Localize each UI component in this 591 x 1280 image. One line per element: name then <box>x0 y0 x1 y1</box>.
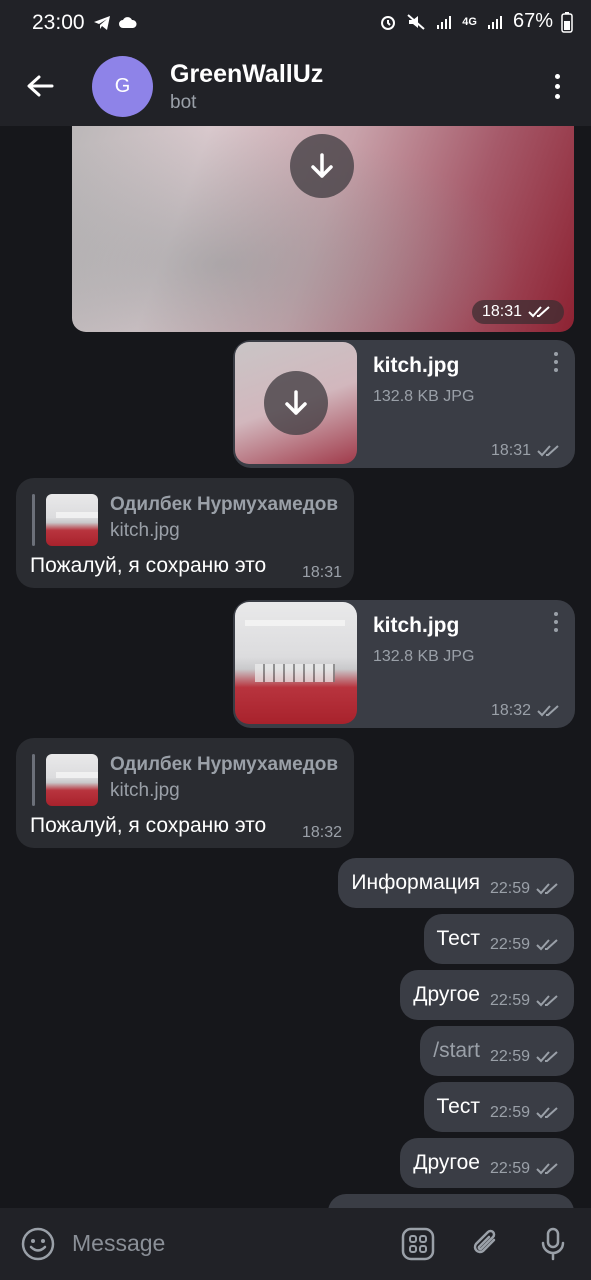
chat-subtitle: bot <box>170 92 197 113</box>
arrow-down-icon <box>285 390 307 415</box>
outgoing-message[interactable]: Другое 22:59 <box>400 970 574 1020</box>
double-check-icon <box>536 883 558 895</box>
mute-icon <box>407 13 425 30</box>
double-check-icon <box>536 1163 558 1175</box>
message-time: 18:31 <box>490 442 531 459</box>
dot-icon <box>554 83 560 89</box>
outgoing-message[interactable]: /start 22:59 <box>420 1026 574 1076</box>
photo-message[interactable]: 18:31 <box>72 126 574 332</box>
battery-level: 67% <box>512 10 553 32</box>
chat-title[interactable]: GreenWallUz <box>170 60 323 89</box>
alarm-icon <box>381 15 396 30</box>
outgoing-message-partial[interactable] <box>328 1194 574 1208</box>
message-text: Тест <box>436 1095 480 1118</box>
dot-icon <box>554 368 558 372</box>
double-check-icon <box>537 445 559 457</box>
network-type: 4G <box>462 15 477 28</box>
arrow-left-icon <box>27 75 54 97</box>
file-name: kitch.jpg <box>373 614 460 637</box>
double-check-icon <box>528 306 550 318</box>
reply-message[interactable]: Одилбек Нурмухамедов kitch.jpg Пожалуй, … <box>16 738 354 848</box>
signal-icon <box>437 15 452 29</box>
reply-message[interactable]: Одилбек Нурмухамедов kitch.jpg Пожалуй, … <box>16 478 354 588</box>
bot-menu-icon[interactable] <box>400 1226 436 1262</box>
chat-header: G GreenWallUz bot <box>0 46 591 126</box>
reply-bar <box>32 494 35 546</box>
message-text[interactable]: /start <box>433 1039 480 1063</box>
back-button[interactable] <box>18 64 62 108</box>
dot-icon <box>554 93 560 99</box>
file-size: 132.8 KB JPG <box>373 648 475 665</box>
dot-icon <box>554 628 558 632</box>
battery-icon <box>561 11 573 33</box>
message-time: 22:59 <box>489 880 530 897</box>
message-text: Другое <box>413 1151 480 1174</box>
message-time: 18:32 <box>490 702 531 719</box>
reply-thumbnail <box>46 754 98 806</box>
file-message[interactable]: kitch.jpg 132.8 KB JPG 18:32 <box>233 600 575 728</box>
arrow-down-icon <box>311 153 333 178</box>
message-time: 18:32 <box>301 824 342 841</box>
message-text: Тест <box>436 927 480 950</box>
double-check-icon <box>536 939 558 951</box>
emoji-icon[interactable] <box>20 1226 56 1262</box>
outgoing-message[interactable]: Информация 22:59 <box>338 858 574 908</box>
outgoing-message[interactable]: Тест 22:59 <box>423 1082 574 1132</box>
outgoing-message[interactable]: Другое 22:59 <box>400 1138 574 1188</box>
message-time: 18:31 <box>481 303 522 320</box>
download-button[interactable] <box>290 134 354 198</box>
message-text: Другое <box>413 983 480 1006</box>
message-input-bar: Message <box>0 1208 591 1280</box>
message-list[interactable]: 18:31 kitch.jpg 132.8 KB JPG 18:31 Одилб… <box>0 126 591 1208</box>
double-check-icon <box>537 705 559 717</box>
dot-icon <box>554 620 558 624</box>
message-time: 22:59 <box>489 992 530 1009</box>
file-more-button[interactable] <box>551 612 561 638</box>
double-check-icon <box>536 995 558 1007</box>
microphone-icon[interactable] <box>535 1226 571 1262</box>
telegram-icon <box>94 16 110 30</box>
reply-file: kitch.jpg <box>110 780 180 801</box>
file-thumbnail[interactable] <box>235 342 357 464</box>
file-name: kitch.jpg <box>373 354 460 377</box>
reply-author: Одилбек Нурмухамедов <box>110 754 339 775</box>
message-time: 22:59 <box>489 1048 530 1065</box>
attach-icon[interactable] <box>468 1226 504 1262</box>
cloud-icon <box>119 17 137 28</box>
message-text: Информация <box>351 871 480 894</box>
file-more-button[interactable] <box>551 352 561 378</box>
dot-icon <box>554 73 560 79</box>
message-time: 18:31 <box>301 564 342 581</box>
message-time: 22:59 <box>489 1104 530 1121</box>
more-menu-button[interactable] <box>545 68 569 104</box>
outgoing-message[interactable]: Тест 22:59 <box>423 914 574 964</box>
message-time: 22:59 <box>489 1160 530 1177</box>
double-check-icon <box>536 1051 558 1063</box>
file-thumbnail[interactable] <box>235 602 357 724</box>
reply-bar <box>32 754 35 806</box>
dot-icon <box>554 352 558 356</box>
dot-icon <box>554 612 558 616</box>
message-text: Пожалуй, я сохраню это <box>30 554 267 577</box>
file-message[interactable]: kitch.jpg 132.8 KB JPG 18:31 <box>233 340 575 468</box>
double-check-icon <box>536 1107 558 1119</box>
message-input[interactable]: Message <box>72 1230 165 1257</box>
photo-time: 18:31 <box>471 300 564 324</box>
reply-file: kitch.jpg <box>110 520 180 541</box>
status-time: 23:00 <box>32 11 85 34</box>
avatar[interactable]: G <box>92 56 153 117</box>
reply-thumbnail <box>46 494 98 546</box>
download-button[interactable] <box>264 371 328 435</box>
file-size: 132.8 KB JPG <box>373 388 475 405</box>
message-time: 22:59 <box>489 936 530 953</box>
signal-icon <box>487 15 502 29</box>
reply-author: Одилбек Нурмухамедов <box>110 494 339 515</box>
dot-icon <box>554 360 558 364</box>
message-text: Пожалуй, я сохраню это <box>30 814 267 837</box>
status-bar: 23:00 4G 67% <box>0 0 591 46</box>
